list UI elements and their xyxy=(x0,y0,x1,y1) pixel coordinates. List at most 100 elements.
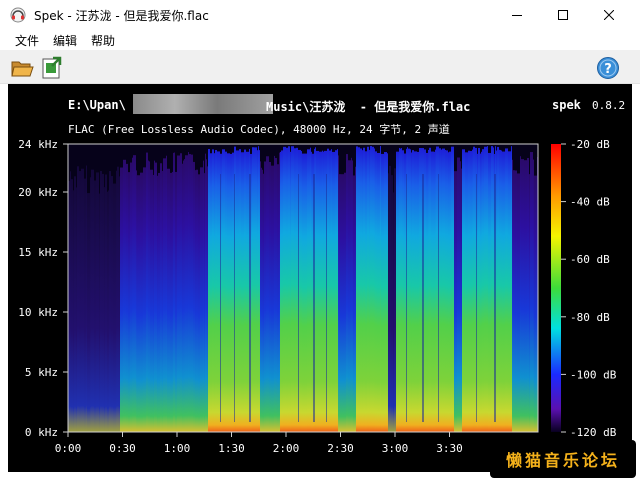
spectrogram-band xyxy=(402,150,404,432)
spectrogram-band xyxy=(335,150,337,432)
spectrogram-band xyxy=(210,153,212,432)
spectrogram-band xyxy=(426,152,428,433)
spectrogram-band xyxy=(446,150,448,432)
spectrogram-band xyxy=(316,150,319,432)
db-tick-label: -20 dB xyxy=(570,138,610,151)
spectrogram-band xyxy=(117,166,119,432)
spectrogram-band xyxy=(120,167,123,432)
spectrogram-band xyxy=(407,147,408,432)
spectrogram-band xyxy=(157,175,158,432)
menu-file[interactable]: 文件 xyxy=(13,32,41,49)
spectrogram-band xyxy=(239,149,241,432)
freq-tick-label: 10 kHz xyxy=(18,306,58,319)
spectrogram-band xyxy=(344,172,346,432)
spectrogram-band xyxy=(481,151,482,432)
spectrogram-band xyxy=(113,183,116,432)
spectrogram-band xyxy=(130,162,132,432)
spectrogram-band xyxy=(477,153,478,433)
spectrogram-band xyxy=(301,151,302,433)
spectrogram-band xyxy=(244,149,246,432)
spectrogram-band xyxy=(412,150,414,432)
close-button[interactable] xyxy=(586,0,632,30)
spectrogram-band xyxy=(310,147,311,432)
spectrogram-band xyxy=(77,166,79,432)
spectrogram-gap xyxy=(438,174,439,422)
spectrogram-band xyxy=(399,147,400,433)
spectrogram-band xyxy=(99,193,100,432)
spectrogram-band xyxy=(105,174,107,432)
spectrogram-band xyxy=(502,151,505,433)
spectrogram-band xyxy=(74,176,76,432)
spectrogram-band xyxy=(352,160,353,433)
spectrogram-band xyxy=(160,163,162,432)
spectrogram-band xyxy=(410,149,411,432)
spectrogram-band xyxy=(133,155,136,432)
spectrogram-band xyxy=(227,153,230,432)
time-tick-label: 0:30 xyxy=(109,442,136,455)
spectrogram-band xyxy=(264,161,266,432)
spectrogram-band xyxy=(307,149,310,432)
spectrogram-band xyxy=(358,147,360,432)
menu-edit[interactable]: 编辑 xyxy=(51,32,79,49)
spectrogram-gap xyxy=(249,174,251,422)
maximize-button[interactable] xyxy=(540,0,586,30)
title-bar[interactable]: Spek - 汪苏泷 - 但是我爱你.flac xyxy=(0,0,640,30)
spectrogram-band xyxy=(451,146,454,433)
spectrogram-band xyxy=(91,169,94,432)
time-tick-label: 0:00 xyxy=(55,442,82,455)
spectrogram-band xyxy=(241,152,244,432)
spectrogram-band xyxy=(305,153,307,432)
freq-tick-label: 0 kHz xyxy=(25,426,58,439)
save-button[interactable] xyxy=(40,56,64,80)
spectrogram-band xyxy=(496,150,497,432)
spectrogram-band xyxy=(280,151,281,432)
open-file-button[interactable] xyxy=(10,56,34,80)
spectrogram-band xyxy=(473,146,475,432)
spectrogram-band xyxy=(215,149,217,432)
spectrogram-band xyxy=(189,154,191,432)
spectrogram-band xyxy=(393,192,394,432)
spectrogram-band xyxy=(206,159,207,432)
spectrogram-band xyxy=(217,151,220,432)
spectrogram-band xyxy=(322,150,323,432)
spectrogram-band xyxy=(271,165,274,432)
spectrogram-band xyxy=(513,170,515,432)
spectrogram-band xyxy=(517,173,520,432)
spectrogram-band xyxy=(505,148,508,432)
spectrogram-band xyxy=(286,147,288,432)
spectrogram-band xyxy=(205,153,206,432)
spectrogram-band xyxy=(214,153,215,432)
spectrogram-band xyxy=(188,152,189,432)
help-button[interactable]: ? xyxy=(596,56,620,80)
forum-watermark: 懒猫音乐论坛 xyxy=(490,440,636,478)
spectrogram-band xyxy=(207,166,208,432)
spectrogram-band xyxy=(87,193,90,432)
spectrogram-band xyxy=(182,163,183,432)
spectrogram-band xyxy=(441,149,442,432)
spectrogram-band xyxy=(488,152,491,432)
spectrogram-band xyxy=(116,170,117,432)
spectrogram-band xyxy=(401,148,402,433)
spectrogram-gap xyxy=(313,174,315,422)
menu-help[interactable]: 帮助 xyxy=(89,32,117,49)
spectrogram-band xyxy=(515,170,517,433)
spectrogram-band xyxy=(533,159,534,432)
minimize-button[interactable] xyxy=(494,0,540,30)
spectrogram-band xyxy=(94,180,96,432)
spectrogram-band xyxy=(148,160,149,432)
spectrogram-band xyxy=(512,159,513,432)
spectrogram-band xyxy=(384,152,387,432)
spectrogram-band xyxy=(203,160,204,432)
spectrogram-band xyxy=(400,148,401,433)
spectrogram-band xyxy=(465,152,467,432)
spectrogram-band xyxy=(262,169,263,432)
spectrogram-band xyxy=(404,153,406,432)
time-tick-label: 2:30 xyxy=(327,442,354,455)
spectrogram-band xyxy=(290,151,291,432)
watermark-text: 懒猫音乐论坛 xyxy=(505,451,620,470)
spectrogram-band xyxy=(311,151,312,432)
spectrogram-band xyxy=(387,153,388,433)
db-tick-label: -100 dB xyxy=(570,368,617,381)
time-tick-label: 3:30 xyxy=(436,442,463,455)
spectrogram-band xyxy=(288,146,290,433)
